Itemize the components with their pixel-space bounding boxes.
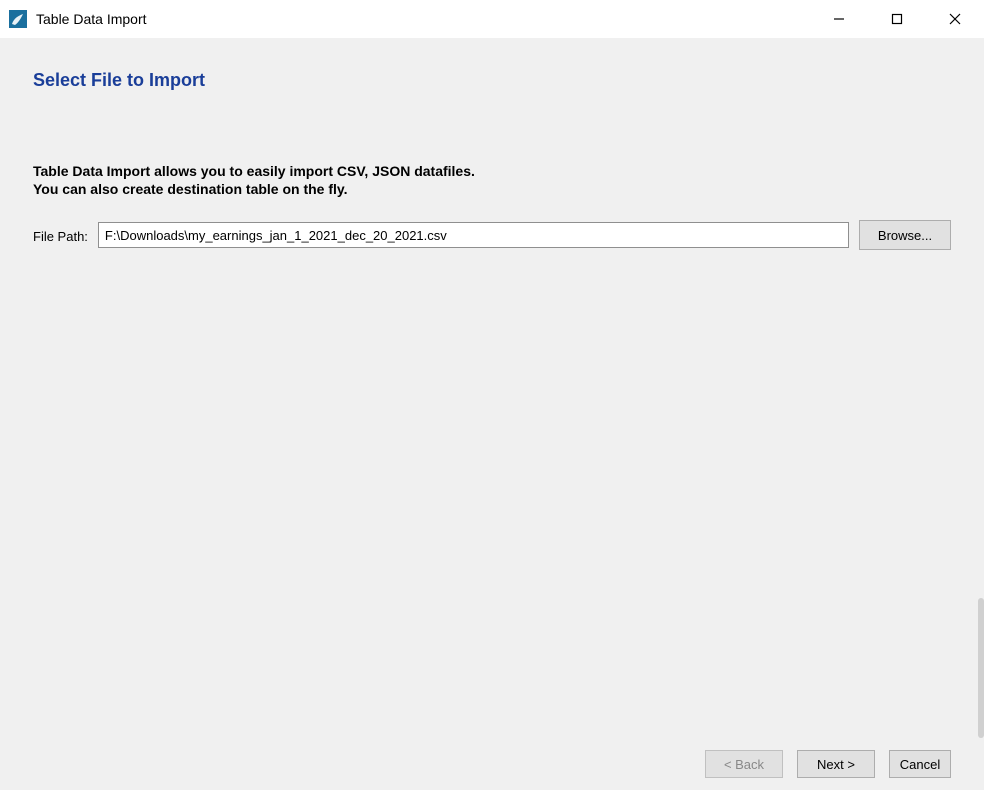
back-button[interactable]: < Back	[705, 750, 783, 778]
cancel-button[interactable]: Cancel	[889, 750, 951, 778]
description-line-1: Table Data Import allows you to easily i…	[33, 163, 984, 181]
maximize-icon	[891, 13, 903, 25]
window-controls	[810, 0, 984, 38]
wizard-content: Select File to Import Table Data Import …	[0, 38, 984, 790]
file-path-row: File Path: Browse...	[0, 198, 984, 250]
window-titlebar: Table Data Import	[0, 0, 984, 38]
file-path-label: File Path:	[33, 227, 88, 244]
window-title: Table Data Import	[36, 11, 810, 27]
close-button[interactable]	[926, 0, 984, 38]
next-button[interactable]: Next >	[797, 750, 875, 778]
wizard-footer: < Back Next > Cancel	[705, 750, 951, 778]
page-heading: Select File to Import	[0, 38, 984, 91]
maximize-button[interactable]	[868, 0, 926, 38]
description-block: Table Data Import allows you to easily i…	[0, 91, 984, 198]
file-path-input[interactable]	[98, 222, 849, 248]
minimize-icon	[833, 13, 845, 25]
description-line-2: You can also create destination table on…	[33, 181, 984, 199]
browse-button[interactable]: Browse...	[859, 220, 951, 250]
minimize-button[interactable]	[810, 0, 868, 38]
app-icon	[8, 9, 28, 29]
scrollbar-thumb[interactable]	[978, 598, 984, 738]
close-icon	[949, 13, 961, 25]
